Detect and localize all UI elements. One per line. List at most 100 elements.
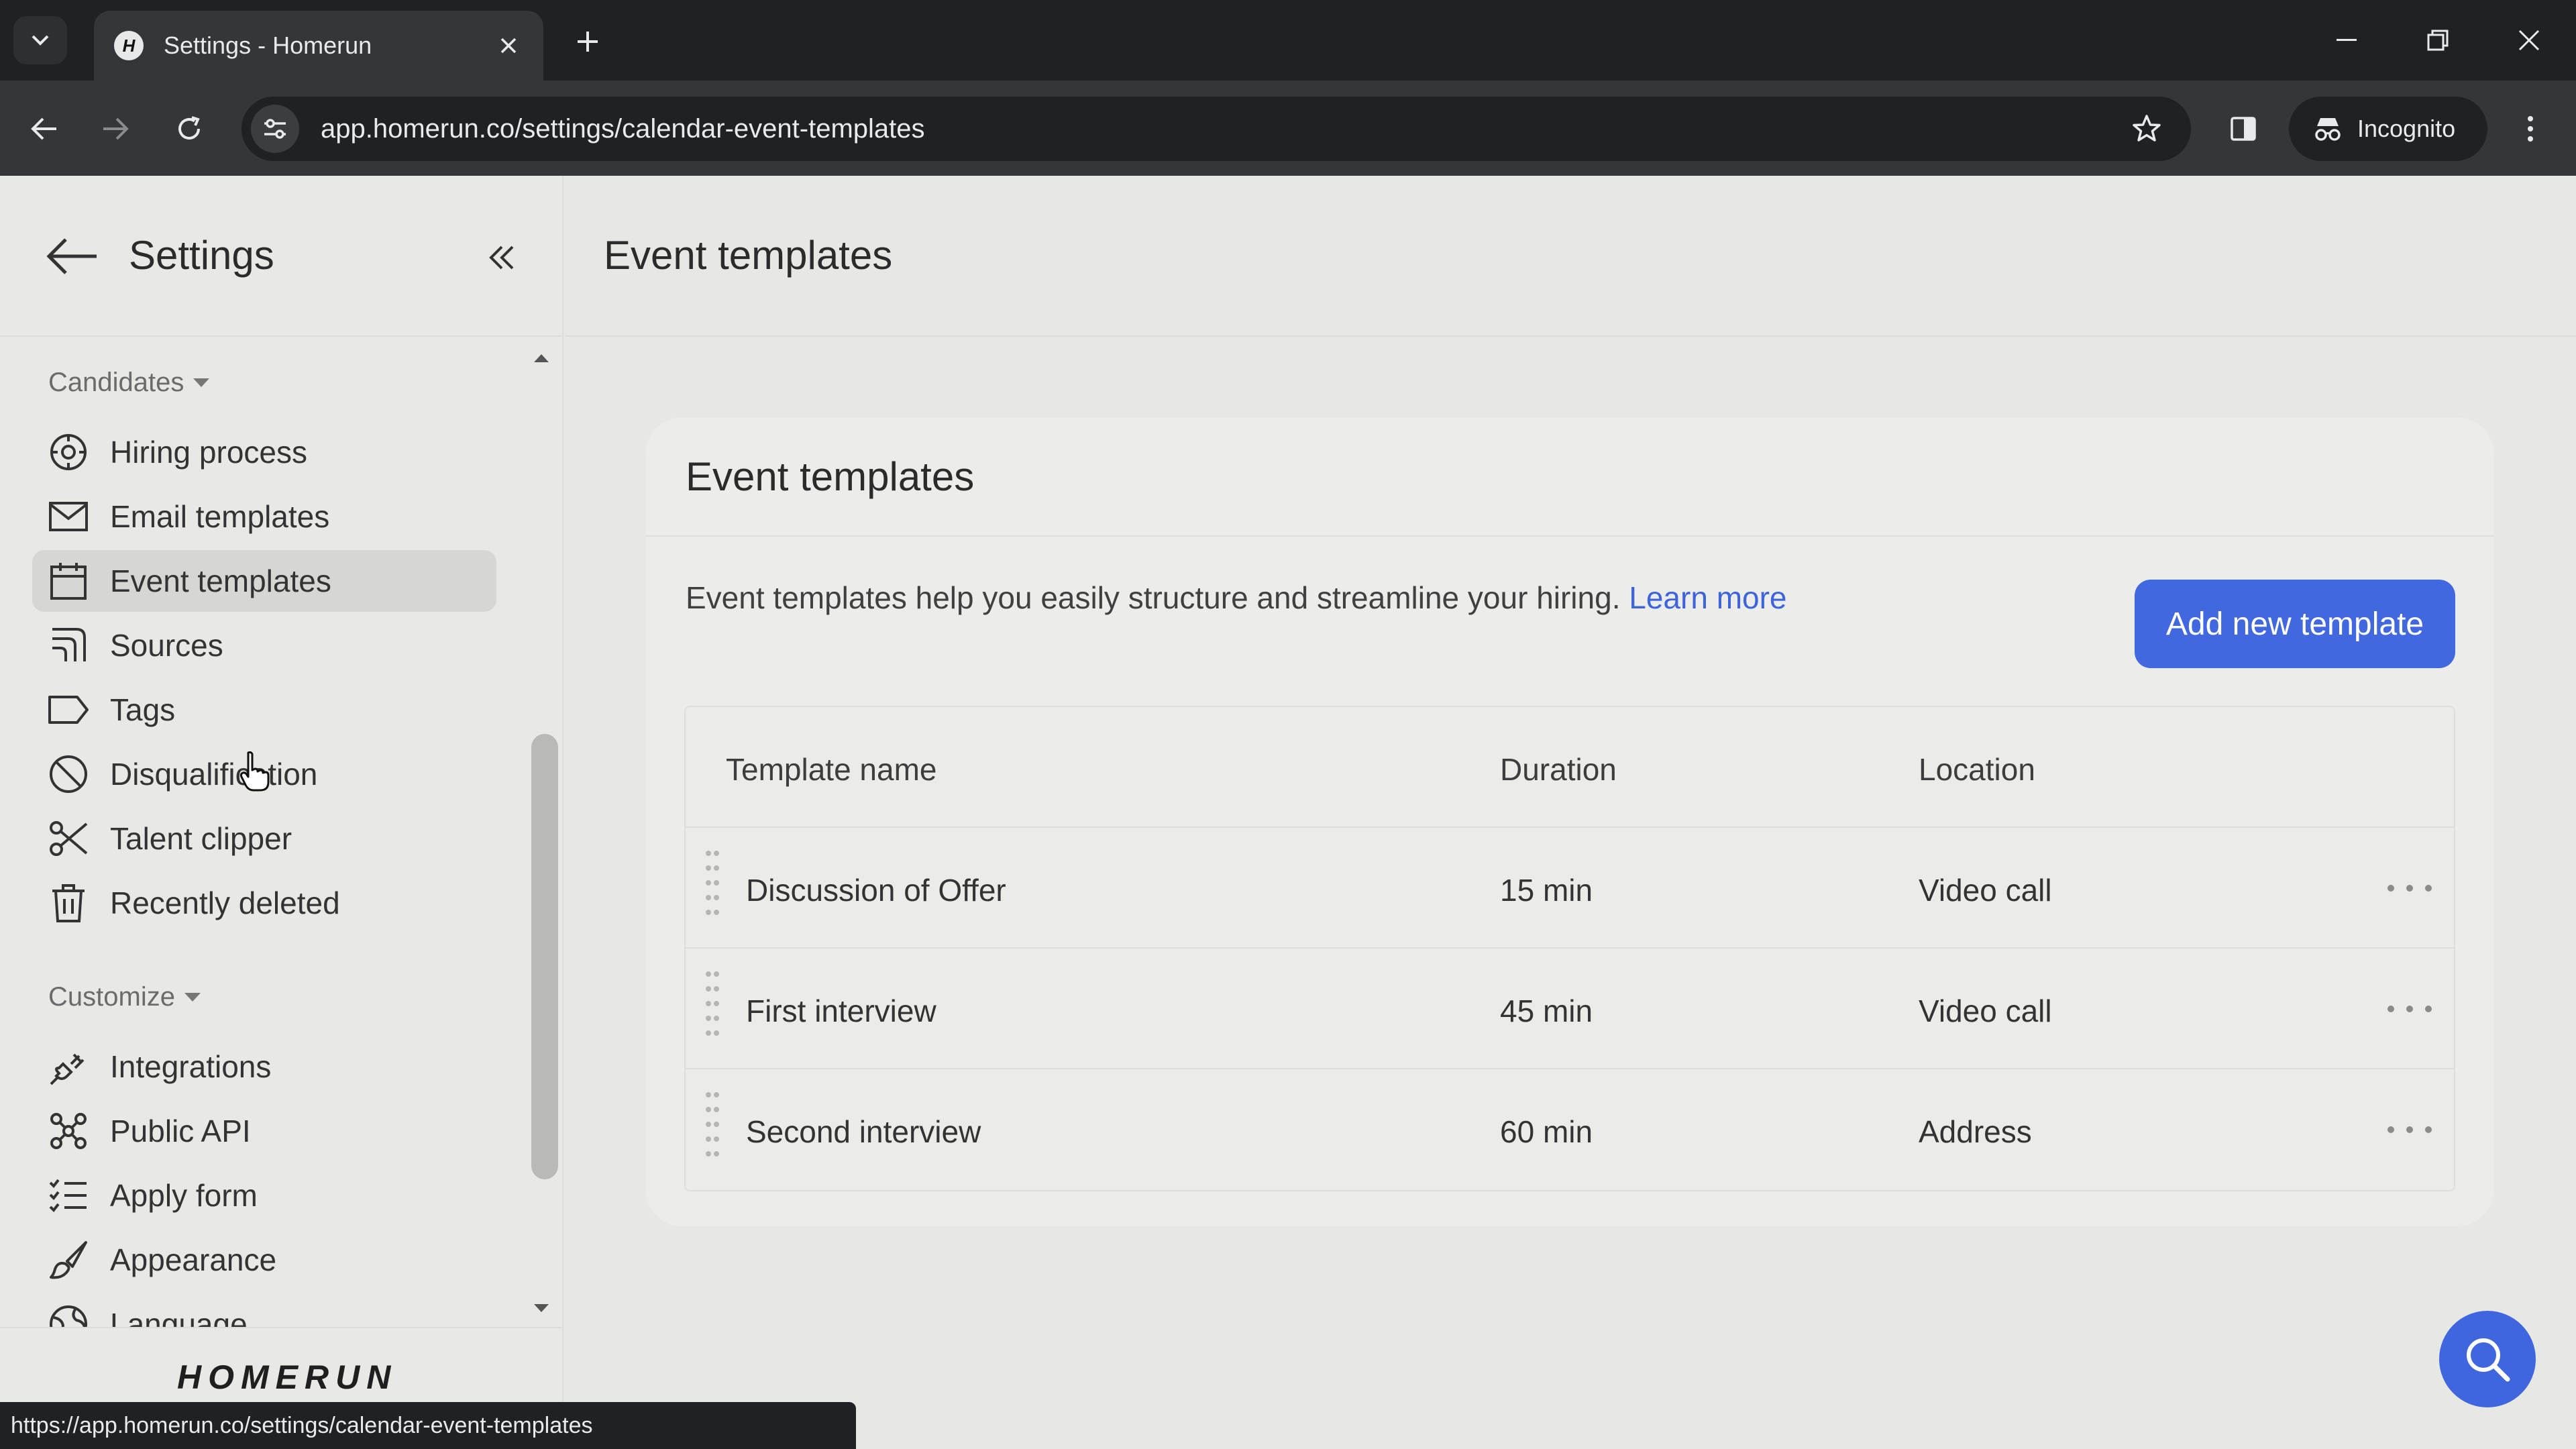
trash-icon <box>47 881 90 924</box>
bookmark-button[interactable] <box>2123 105 2171 153</box>
sidebar-item-sources[interactable]: Sources <box>32 614 496 676</box>
back-button[interactable] <box>20 105 68 153</box>
window-close-button[interactable] <box>2496 13 2563 67</box>
app-root: Settings Candidates Hiring process Email… <box>0 176 2576 1449</box>
arrow-right-icon <box>103 117 129 140</box>
drag-handle-icon[interactable] <box>704 969 720 1049</box>
sidebar-item-email-templates[interactable]: Email templates <box>32 486 496 547</box>
add-new-template-button[interactable]: Add new template <box>2135 580 2455 668</box>
sidebar-item-label: Event templates <box>110 564 331 598</box>
tune-icon <box>264 119 286 139</box>
sidebar-item-language[interactable]: Language <box>32 1293 496 1327</box>
forward-button[interactable] <box>91 105 140 153</box>
close-icon <box>500 38 517 54</box>
scroll-up-arrow[interactable] <box>534 354 549 362</box>
collapse-sidebar-button[interactable] <box>478 233 526 282</box>
sidebar-item-appearance[interactable]: Appearance <box>32 1229 496 1291</box>
settings-sidebar: Settings Candidates Hiring process Email… <box>0 176 564 1449</box>
search-icon <box>2467 1338 2510 1382</box>
plug-icon <box>47 1045 90 1088</box>
side-panel-icon <box>2231 117 2256 141</box>
caret-down-icon <box>184 993 201 1002</box>
browser-menu-button[interactable] <box>2506 105 2555 153</box>
pointer-cursor-icon <box>239 751 270 792</box>
settings-back-button[interactable] <box>43 229 102 283</box>
main-header: Event templates <box>565 176 2576 337</box>
scroll-down-arrow[interactable] <box>534 1304 549 1312</box>
arrow-left-icon <box>31 117 56 140</box>
browser-tab-strip: H Settings - Homerun <box>0 0 2576 80</box>
caret-down-icon <box>193 378 210 387</box>
sidebar-item-event-templates[interactable]: Event templates <box>32 550 496 612</box>
column-header-name: Template name <box>726 752 937 787</box>
row-actions-button[interactable] <box>2383 867 2436 910</box>
incognito-indicator[interactable]: Incognito <box>2289 97 2487 161</box>
drag-handle-icon[interactable] <box>704 1089 720 1170</box>
sidebar-item-label: Email templates <box>110 499 330 534</box>
table-row[interactable]: Second interview 60 min Address <box>686 1069 2454 1190</box>
tag-icon <box>47 688 90 731</box>
tab-title: Settings - Homerun <box>164 32 372 59</box>
section-customize[interactable]: Customize <box>48 982 201 1012</box>
template-location: Address <box>1919 1114 2032 1149</box>
sidebar-item-label: Integrations <box>110 1049 272 1084</box>
envelope-icon <box>47 495 90 538</box>
card-title: Event templates <box>686 454 975 499</box>
table-row[interactable]: First interview 45 min Video call <box>686 949 2454 1069</box>
scissors-icon <box>47 817 90 860</box>
tab-search-button[interactable] <box>13 16 67 64</box>
sidebar-item-integrations[interactable]: Integrations <box>32 1036 496 1097</box>
help-search-button[interactable] <box>2439 1311 2536 1407</box>
card-description: Event templates help you easily structur… <box>686 580 1787 616</box>
template-name: First interview <box>746 994 936 1028</box>
reload-button[interactable] <box>165 105 213 153</box>
event-templates-card: Event templates Event templates help you… <box>645 417 2494 1226</box>
tab-close-button[interactable] <box>490 27 527 64</box>
row-actions-button[interactable] <box>2383 987 2436 1030</box>
template-name: Second interview <box>746 1114 981 1149</box>
site-info-button[interactable] <box>251 105 299 153</box>
template-duration: 60 min <box>1500 1114 1593 1149</box>
card-divider <box>645 535 2494 537</box>
sources-icon <box>47 624 90 667</box>
sidebar-scrollbar-thumb[interactable] <box>531 734 558 1179</box>
templates-table: Template name Duration Location Discussi… <box>684 706 2455 1191</box>
more-horizontal-icon <box>2387 1126 2432 1133</box>
browser-tab-active[interactable]: H Settings - Homerun <box>94 11 543 80</box>
side-panel-button[interactable] <box>2219 105 2267 153</box>
row-actions-button[interactable] <box>2383 1108 2436 1151</box>
table-row[interactable]: Discussion of Offer 15 min Video call <box>686 828 2454 949</box>
restore-button[interactable] <box>2404 13 2471 67</box>
sidebar-item-label: Language <box>110 1307 248 1327</box>
brush-icon <box>47 1238 90 1281</box>
sidebar-item-label: Apply form <box>110 1178 258 1213</box>
description-text: Event templates help you easily structur… <box>686 580 1621 615</box>
sidebar-item-label: Sources <box>110 628 223 663</box>
column-header-location: Location <box>1919 752 2035 787</box>
column-header-duration: Duration <box>1500 752 1617 787</box>
sidebar-header: Settings <box>0 176 562 337</box>
sidebar-item-recently-deleted[interactable]: Recently deleted <box>32 872 496 934</box>
homerun-logo: HOMERUN <box>177 1358 398 1396</box>
plus-icon <box>578 32 598 52</box>
table-header: Template name Duration Location <box>686 707 2454 828</box>
ban-icon <box>47 753 90 796</box>
chevrons-left-icon <box>489 246 514 270</box>
more-horizontal-icon <box>2387 885 2432 892</box>
sidebar-item-tags[interactable]: Tags <box>32 679 496 741</box>
learn-more-link[interactable]: Learn more <box>1629 580 1786 615</box>
drag-handle-icon[interactable] <box>704 848 720 928</box>
chevron-down-icon <box>32 35 49 46</box>
section-label: Candidates <box>48 368 184 397</box>
sidebar-item-talent-clipper[interactable]: Talent clipper <box>32 808 496 869</box>
sidebar-item-hiring-process[interactable]: Hiring process <box>32 421 496 483</box>
address-bar[interactable]: app.homerun.co/settings/calendar-event-t… <box>241 97 2191 161</box>
checklist-icon <box>47 1174 90 1217</box>
minimize-button[interactable] <box>2313 13 2380 67</box>
new-tab-button[interactable] <box>564 17 612 66</box>
template-name: Discussion of Offer <box>746 873 1006 908</box>
section-candidates[interactable]: Candidates <box>48 368 210 398</box>
page-title: Event templates <box>604 233 893 278</box>
sidebar-item-apply-form[interactable]: Apply form <box>32 1165 496 1226</box>
sidebar-item-public-api[interactable]: Public API <box>32 1100 496 1162</box>
